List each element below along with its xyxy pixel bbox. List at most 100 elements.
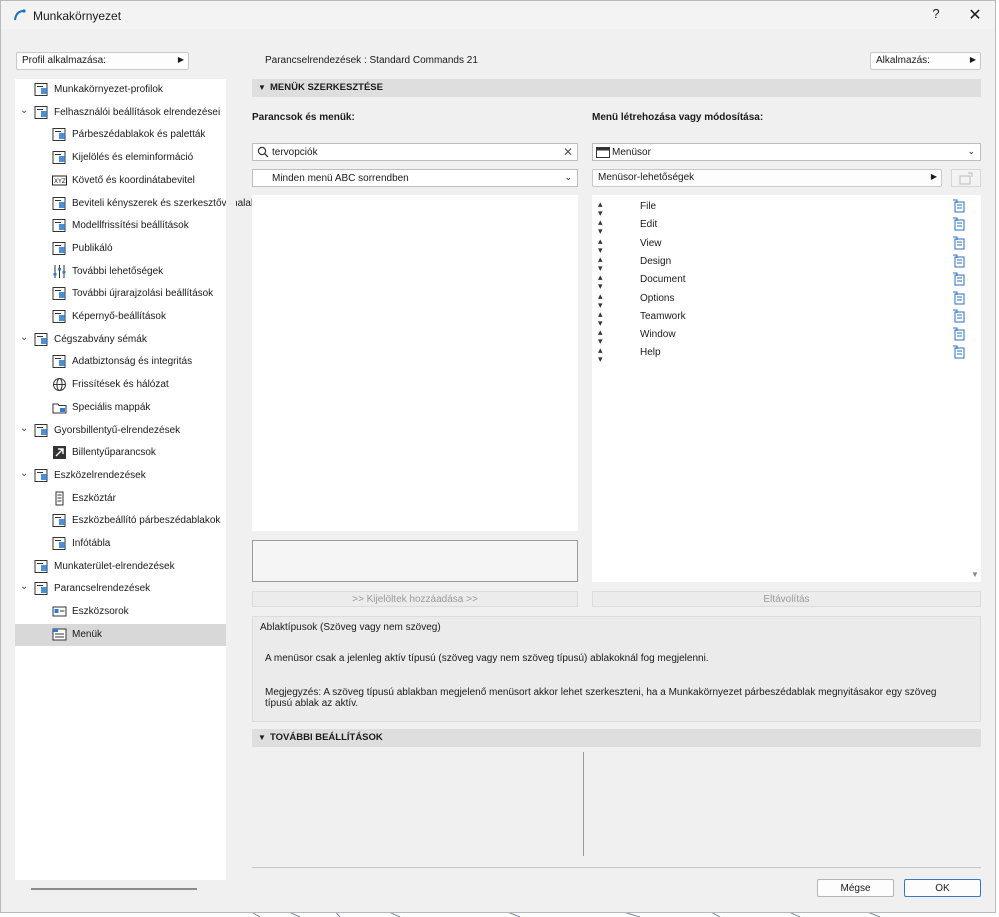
menu-items-list[interactable]: ▴ ▾ File ▴ ▾ Edit ▴ ▾ View ▴ ▾ Design ▴ ▾ Document ▴ ▾ Op… <box>592 195 969 582</box>
tree-item[interactable]: Eszközbeállító párbeszédablakok <box>15 510 226 532</box>
menu-filter-value: Minden menü ABC sorrendben <box>272 173 409 184</box>
menu-item-row[interactable]: ▴ ▾ Window <box>592 326 967 346</box>
menu-item-label: Design <box>640 255 672 267</box>
menus-icon <box>52 627 67 642</box>
menu-item-row[interactable]: ▴ ▾ Design <box>592 253 967 273</box>
tree-item[interactable]: További újrarajzolási beállítások <box>15 283 226 305</box>
workspace-icon <box>34 559 49 574</box>
drag-handle-icon[interactable]: ▴ ▾ <box>598 309 603 328</box>
tree-item-label: Felhasználói beállítások elrendezései <box>54 106 221 118</box>
tree-item[interactable]: Publikáló <box>15 238 226 260</box>
search-icon <box>257 146 269 158</box>
menubar-icon <box>596 147 610 158</box>
tree-item[interactable]: Eszközsorok <box>15 601 226 623</box>
tree-item[interactable]: Frissítések és hálózat <box>15 374 226 396</box>
apply-profile-button[interactable]: Profil alkalmazása: ▶ <box>16 52 189 70</box>
command-search-input[interactable]: tervopciók ✕ <box>252 143 578 161</box>
tree-item[interactable]: Speciális mappák <box>15 397 226 419</box>
apply-button[interactable]: Alkalmazás: ▶ <box>870 52 981 70</box>
drag-handle-icon[interactable]: ▴ ▾ <box>598 273 603 291</box>
command-layout-info: Parancselrendezések : Standard Commands … <box>265 55 478 66</box>
menu-filter-select[interactable]: Minden menü ABC sorrendben ⌄ <box>252 169 578 187</box>
tree-item[interactable]: XYZ Követő és koordinátabevitel <box>15 170 226 192</box>
close-button[interactable]: ✕ <box>963 5 987 25</box>
edit-menu-icon[interactable] <box>952 217 966 231</box>
tree-item[interactable]: ⌄ Felhasználói beállítások elrendezései <box>15 102 226 124</box>
tree-item[interactable]: Adatbiztonság és integritás <box>15 351 226 373</box>
tree-horizontal-scrollbar[interactable] <box>31 888 197 890</box>
edit-menu-icon[interactable] <box>952 327 966 341</box>
menu-list-scrollbar[interactable]: ▼ <box>969 195 981 582</box>
tree-item[interactable]: Párbeszédablakok és paletták <box>15 124 226 146</box>
menu-item-row[interactable]: ▴ ▾ Teamwork <box>592 308 967 328</box>
tree-item-label: Párbeszédablakok és paletták <box>72 129 206 141</box>
menubar-select[interactable]: Menüsor ⌄ <box>592 143 981 161</box>
chevron-right-icon: ▶ <box>930 172 937 181</box>
tree-item[interactable]: Képernyő-beállítások <box>15 306 226 328</box>
tree-item[interactable]: ⌄ Eszközelrendezések <box>15 465 226 487</box>
tree-item-label: Infótábla <box>72 538 111 549</box>
tree-item[interactable]: Menük <box>15 623 226 646</box>
help-button[interactable]: ? <box>926 6 946 24</box>
scroll-down-icon[interactable]: ▼ <box>971 570 979 579</box>
edit-menu-icon[interactable] <box>952 199 966 213</box>
menus-section-header[interactable]: ▼ MENÜK SZERKESZTÉSE <box>252 79 981 97</box>
edit-menu-icon[interactable] <box>952 345 966 359</box>
expand-chevron-icon[interactable]: ⌄ <box>20 423 28 434</box>
menu-item-row[interactable]: ▴ ▾ Help <box>592 344 967 364</box>
tree-item[interactable]: Beviteli kényszerek és szerkesztővonalak <box>15 193 256 215</box>
more-settings-header[interactable]: ▼ TOVÁBBI BEÁLLÍTÁSOK <box>252 729 981 747</box>
new-menu-icon <box>959 172 973 185</box>
archicad-icon <box>14 9 26 21</box>
edit-menu-icon[interactable] <box>952 272 966 286</box>
tree-item[interactable]: Kijelölés és eleminformáció <box>15 147 226 169</box>
menu-item-label: Window <box>640 329 676 341</box>
drag-handle-icon[interactable]: ▴ ▾ <box>598 236 603 255</box>
drag-handle-icon[interactable]: ▴ ▾ <box>598 218 603 236</box>
drag-handle-icon[interactable]: ▴ ▾ <box>598 200 603 218</box>
edit-menu-icon[interactable] <box>952 254 966 268</box>
tree-item[interactable]: ⌄ Parancselrendezések <box>15 578 226 600</box>
tree-item[interactable]: Modellfrissítési beállítások <box>15 215 226 237</box>
tree-item[interactable]: Munkaterület-elrendezések <box>15 556 226 578</box>
tree-item[interactable]: Eszköztár <box>15 488 226 510</box>
menu-item-row[interactable]: ▴ ▾ Options <box>592 290 967 310</box>
expand-chevron-icon[interactable]: ⌄ <box>20 332 28 343</box>
remove-button[interactable]: Eltávolítás <box>592 591 981 607</box>
tree-item[interactable]: További lehetőségek <box>15 261 226 283</box>
tree-item-label: Munkakörnyezet-profilok <box>54 84 163 95</box>
cancel-button[interactable]: Mégse <box>817 879 894 897</box>
drag-handle-icon[interactable]: ▴ ▾ <box>598 291 603 310</box>
tree-separator <box>226 79 236 880</box>
new-menu-button[interactable] <box>951 169 981 187</box>
tree-item[interactable]: ⌄ Gyorsbillentyű-elrendezések <box>15 420 226 442</box>
tree-item[interactable]: Infótábla <box>15 533 226 555</box>
clear-search-icon[interactable]: ✕ <box>563 145 573 159</box>
menu-item-row[interactable]: ▴ ▾ Document <box>592 271 967 291</box>
menu-edit-heading: Menü létrehozása vagy módosítása: <box>592 112 764 123</box>
add-selected-button[interactable]: >> Kijelöltek hozzáadása >> <box>252 591 578 607</box>
expand-chevron-icon[interactable]: ⌄ <box>20 105 28 116</box>
menu-item-row[interactable]: ▴ ▾ File <box>592 198 967 218</box>
edit-menu-icon[interactable] <box>952 309 966 323</box>
edit-menu-icon[interactable] <box>952 236 966 250</box>
expand-chevron-icon[interactable]: ⌄ <box>20 468 28 479</box>
tree-item[interactable]: ⌄ Cégszabvány sémák <box>15 329 226 351</box>
ok-button[interactable]: OK <box>904 879 981 897</box>
company-standards-icon <box>34 332 49 347</box>
tree-item[interactable]: Billentyűparancsok <box>15 442 226 464</box>
command-list[interactable] <box>252 195 578 531</box>
svg-text:XYZ: XYZ <box>54 178 66 185</box>
drag-handle-icon[interactable]: ▴ ▾ <box>598 254 603 273</box>
drag-handle-icon[interactable]: ▴ ▾ <box>598 346 603 364</box>
tree-item[interactable]: Munkakörnyezet-profilok <box>15 79 226 101</box>
expand-chevron-icon[interactable]: ⌄ <box>20 581 28 592</box>
drag-handle-icon[interactable]: ▴ ▾ <box>598 328 603 346</box>
menubar-options-button[interactable]: Menüsor-lehetőségek ▶ <box>592 169 942 187</box>
tree-item-label: További lehetőségek <box>72 265 164 277</box>
menu-item-row[interactable]: ▴ ▾ View <box>592 235 967 255</box>
menu-item-row[interactable]: ▴ ▾ Edit <box>592 216 967 236</box>
info-line-2b: típusú ablak az aktív. <box>265 698 359 709</box>
edit-menu-icon[interactable] <box>952 291 966 305</box>
tree-item-label: Eszközsorok <box>72 606 129 618</box>
